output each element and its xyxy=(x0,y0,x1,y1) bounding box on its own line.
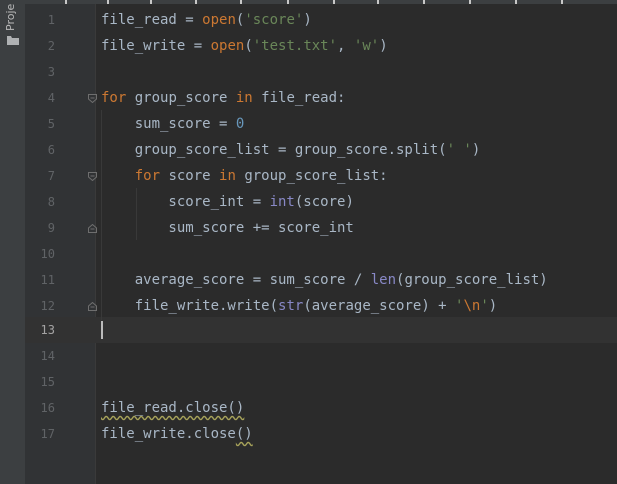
line-number[interactable]: 5 xyxy=(25,111,55,137)
code-line[interactable]: average_score = sum_score / len(group_sc… xyxy=(101,267,548,293)
line-number[interactable]: 10 xyxy=(25,241,55,267)
line-number[interactable]: 9 xyxy=(25,215,55,241)
line-number[interactable]: 4 xyxy=(25,85,55,111)
line-number[interactable]: 15 xyxy=(25,369,55,395)
gutter-separator xyxy=(95,4,96,484)
code-line[interactable]: file_read.close() xyxy=(101,395,244,421)
code-line[interactable]: sum_score += score_int xyxy=(101,215,353,241)
line-number[interactable]: 11 xyxy=(25,267,55,293)
editor-tab-bar-edge xyxy=(25,0,617,4)
code-line[interactable]: for group_score in file_read: xyxy=(101,85,345,111)
line-number[interactable]: 17 xyxy=(25,421,55,447)
code-line[interactable]: for score in group_score_list: xyxy=(101,163,388,189)
line-number[interactable]: 12 xyxy=(25,293,55,319)
text-caret xyxy=(101,321,103,339)
folder-icon[interactable] xyxy=(7,36,19,45)
code-line[interactable]: score_int = int(score) xyxy=(101,189,353,215)
project-tool-window-tab[interactable]: Proje xyxy=(4,1,18,31)
line-number[interactable]: 8 xyxy=(25,189,55,215)
code-line[interactable]: file_write.write(str(average_score) + '\… xyxy=(101,293,498,319)
line-number[interactable]: 16 xyxy=(25,395,55,421)
line-number[interactable]: 3 xyxy=(25,59,55,85)
fold-end-icon[interactable] xyxy=(88,302,97,311)
fold-open-icon[interactable] xyxy=(88,94,97,103)
line-number[interactable]: 14 xyxy=(25,343,55,369)
tool-window-strip: Proje xyxy=(0,0,26,484)
code-line[interactable]: group_score_list = group_score.split(' '… xyxy=(101,137,481,163)
current-line-highlight xyxy=(25,317,617,343)
line-number[interactable]: 6 xyxy=(25,137,55,163)
line-number-current[interactable]: 13 xyxy=(25,317,55,343)
code-line[interactable]: file_write = open('test.txt', 'w') xyxy=(101,33,388,59)
code-line[interactable]: sum_score = 0 xyxy=(101,111,245,137)
fold-open-icon[interactable] xyxy=(88,172,97,181)
line-number[interactable]: 1 xyxy=(25,7,55,33)
code-line[interactable]: file_read = open('score') xyxy=(101,7,312,33)
line-number[interactable]: 2 xyxy=(25,33,55,59)
code-line[interactable]: file_write.close() xyxy=(101,421,253,447)
line-number[interactable]: 7 xyxy=(25,163,55,189)
fold-end-icon[interactable] xyxy=(88,224,97,233)
